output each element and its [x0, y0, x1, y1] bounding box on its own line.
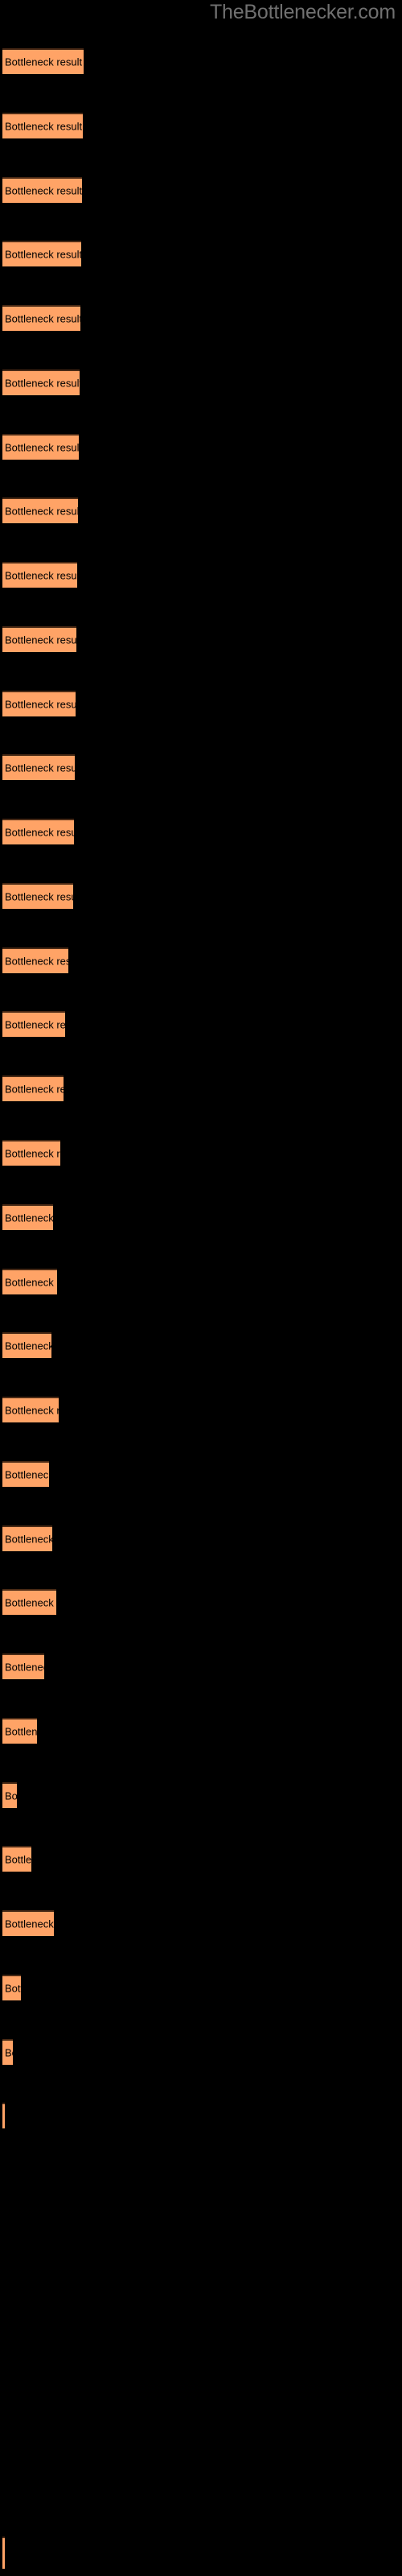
chart-bar-label: Bottleneck result [5, 1340, 51, 1352]
chart-bar[interactable]: Bottleneck result [2, 1653, 44, 1679]
chart-bar-label: Bottleneck result [5, 505, 78, 518]
chart-bar[interactable]: Bottleneck result [2, 1461, 49, 1487]
chart-bar[interactable]: Bottleneck result [2, 1525, 52, 1551]
chart-bar-label: Bottleneck result [5, 762, 75, 774]
chart-bar-label: Bottleneck result [5, 184, 82, 197]
chart-bar[interactable]: Bottleneck result [2, 626, 76, 652]
chart-bar[interactable]: Bottleneck result [2, 2039, 13, 2065]
chart-bar-label: Bottleneck result [5, 1982, 21, 1995]
chart-bar[interactable]: Bottleneck result [2, 1269, 57, 1294]
chart-bar[interactable]: Bottleneck result [2, 1589, 56, 1615]
chart-bar-label: Bottleneck result [5, 1468, 49, 1481]
chart-bar[interactable]: Bottleneck result [2, 1204, 53, 1230]
chart-bar[interactable]: Bottleneck result [2, 434, 79, 460]
chart-bar[interactable]: Bottleneck result [2, 1910, 54, 1936]
chart-bar-label: Bottleneck result [5, 569, 77, 582]
chart-bar[interactable]: Bottleneck result [2, 305, 80, 331]
chart-bar-label: Bottleneck result [5, 1147, 60, 1160]
chart-bar[interactable]: Bottleneck result [2, 1397, 59, 1422]
chart-bar[interactable]: Bottleneck result [2, 691, 76, 716]
chart-bar-label: Bottleneck result [5, 1596, 56, 1609]
chart-bar[interactable]: Bottleneck result [2, 1332, 51, 1358]
chart-bar-label: Bottleneck result [5, 1533, 52, 1546]
chart-bar-label: Bottleneck result [5, 634, 76, 646]
chart-bar[interactable]: Bottleneck result [2, 1140, 60, 1166]
chart-bar-label: Bottleneck result [5, 1790, 17, 1802]
chart-bar[interactable]: Bottleneck result [2, 48, 84, 74]
chart-bar[interactable]: Bottleneck result [2, 754, 75, 780]
chart-bar[interactable]: Bottleneck result [2, 1846, 31, 1872]
chart-bar-label: Bottleneck result [5, 1918, 54, 1930]
chart-bar-label: Bottleneck result [5, 1404, 59, 1417]
chart-bar-label: Bottleneck result [5, 120, 83, 133]
chart-bar[interactable]: Bottleneck result [2, 369, 80, 395]
chart-bar[interactable]: Bottleneck result [2, 819, 74, 844]
chart-bar[interactable]: Bottleneck result [2, 562, 77, 588]
chart-bar-label: Bottleneck result [5, 248, 81, 261]
chart-bar-minimal[interactable] [2, 2537, 5, 2569]
chart-bar-label: Bottleneck result [5, 56, 83, 68]
chart-bar-label: Bottleneck result [5, 826, 74, 839]
chart-bar-label: Bottleneck result [5, 1725, 37, 1738]
chart-bar[interactable]: Bottleneck result [2, 497, 78, 523]
chart-bar[interactable]: Bottleneck result [2, 2103, 5, 2128]
chart-bar-label: Bottleneck result [5, 441, 79, 454]
chart-bar[interactable]: Bottleneck result [2, 1975, 21, 2000]
chart-bar[interactable]: Bottleneck result [2, 883, 73, 909]
chart-bar[interactable]: Bottleneck result [2, 113, 83, 138]
chart-bar-label: Bottleneck result [5, 1212, 53, 1224]
chart-bar-label: Bottleneck result [5, 2046, 13, 2059]
chart-bar[interactable]: Bottleneck result [2, 1075, 64, 1101]
chart-bar-label: Bottleneck result [5, 890, 73, 903]
chart-bar-label: Bottleneck result [5, 1661, 44, 1674]
chart-bar-label: Bottleneck result [5, 1018, 65, 1031]
chart-bar-label: Bottleneck result [5, 1276, 57, 1289]
chart-bar-label: Bottleneck result [5, 312, 80, 325]
chart-bar[interactable]: Bottleneck result [2, 177, 82, 203]
chart-bar-label: Bottleneck result [5, 377, 80, 390]
chart-bar-label: Bottleneck result [5, 1083, 64, 1096]
chart-bar[interactable]: Bottleneck result [2, 1011, 65, 1037]
chart-bar-label: Bottleneck result [5, 1853, 31, 1866]
chart-bar-label: Bottleneck result [5, 955, 68, 968]
chart-bar[interactable]: Bottleneck result [2, 241, 81, 266]
chart-bar[interactable]: Bottleneck result [2, 947, 68, 973]
bottleneck-bar-chart: Bottleneck result Bottleneck result Bottle… [0, 0, 402, 2576]
chart-bar-label: Bottleneck result [5, 698, 76, 711]
chart-bar[interactable]: Bottleneck result [2, 1718, 37, 1744]
chart-bar[interactable]: Bottleneck result [2, 1782, 17, 1808]
